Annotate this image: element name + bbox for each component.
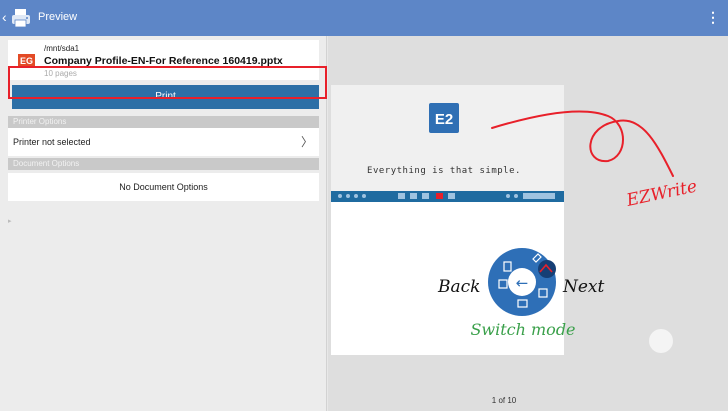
printer-icon[interactable] <box>10 7 32 29</box>
logo-text: E2 <box>435 111 453 128</box>
ezwrite-annotation-label: EZWrite <box>624 176 699 211</box>
circular-toolbar: ← <box>488 248 556 316</box>
printer-selector[interactable]: Printer not selected 〉 <box>8 128 319 156</box>
expand-handle-icon[interactable]: ▸ <box>8 217 12 225</box>
print-highlight-box <box>8 66 327 99</box>
next-label: Next <box>562 277 605 297</box>
overflow-menu-icon[interactable]: ⋮ <box>706 10 720 24</box>
switch-mode-label: Switch mode <box>470 320 575 339</box>
slide-graphics: E2 Everything is that simple. EZWrite ← <box>338 103 699 353</box>
printer-options-header: Printer Options <box>8 116 319 128</box>
taskbar-dots <box>338 193 555 199</box>
pen-mode-icon[interactable] <box>538 260 556 278</box>
document-options-header: Document Options <box>8 158 319 170</box>
arrow-left-icon[interactable]: ← <box>516 274 529 292</box>
printer-selector-label: Printer not selected <box>13 137 91 147</box>
file-path: /mnt/sda1 <box>44 44 80 53</box>
document-options-row: No Document Options <box>8 173 319 201</box>
top-app-bar: ‹ Preview ⋮ <box>0 0 728 36</box>
chevron-right-icon: 〉 <box>300 135 313 149</box>
page-turn-button[interactable] <box>649 329 673 353</box>
page-indicator: 1 of 10 <box>491 396 517 405</box>
back-chevron-icon[interactable]: ‹ <box>2 10 7 24</box>
slide-tagline: Everything is that simple. <box>367 166 521 176</box>
back-label: Back <box>437 277 480 297</box>
document-preview-area[interactable]: E2 Everything is that simple. EZWrite ← <box>328 36 728 411</box>
page-title: Preview <box>38 11 78 23</box>
